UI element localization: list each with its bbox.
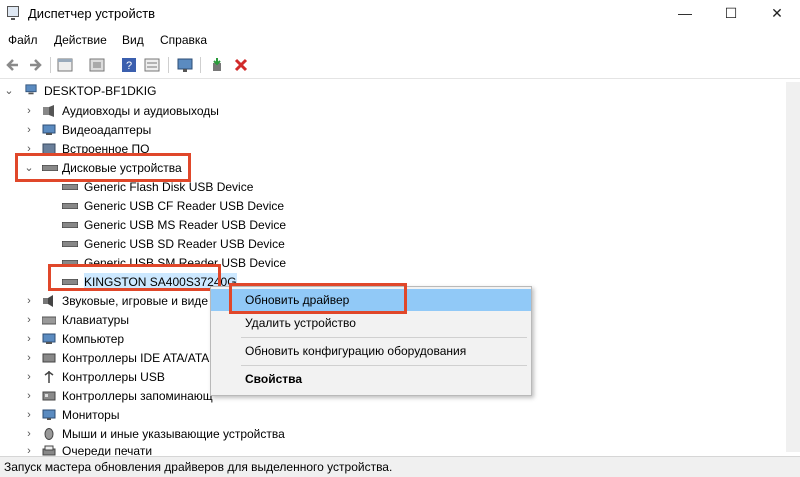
properties-icon[interactable] [56,56,74,74]
computer-icon [42,333,56,344]
display-adapter-icon [42,124,56,135]
tree-category[interactable]: › Мыши и иные указывающие устройства [0,425,320,443]
help-icon[interactable]: ? [120,56,138,74]
device-tree: ⌄ DESKTOP-BF1DKIG › Аудиовходы и аудиовы… [0,82,800,458]
chevron-right-icon[interactable]: › [24,102,34,120]
title-bar: Диспетчер устройств — ☐ ✕ [0,0,800,26]
monitor-icon [42,409,56,420]
chevron-right-icon[interactable]: › [24,387,34,405]
chevron-right-icon[interactable]: › [24,292,34,310]
toolbar-separator [168,57,169,73]
status-bar: Запуск мастера обновления драйверов для … [0,456,800,477]
usb-icon [44,371,54,383]
audio-icon [43,105,54,117]
tree-device-label: Generic USB CF Reader USB Device [84,199,285,213]
tree-device[interactable]: Generic USB MS Reader USB Device [0,216,300,234]
highlight-kingston-device [48,264,221,291]
chevron-right-icon[interactable]: › [24,406,34,424]
menu-separator [241,365,527,366]
highlight-update-driver [229,283,407,314]
tree-category-label: Контроллеры IDE ATA/ATA [62,351,210,365]
tree-device[interactable]: Generic Flash Disk USB Device [0,178,300,196]
ide-controller-icon [42,353,56,363]
chevron-right-icon[interactable]: › [24,425,34,443]
chevron-right-icon[interactable]: › [24,311,34,329]
toolbar-separator [50,57,51,73]
tree-category-label: Компьютер [62,332,125,346]
sound-icon [43,295,53,307]
chevron-down-icon[interactable]: ⌄ [4,82,14,100]
tree-category-label: Аудиовходы и аудиовыходы [62,104,219,118]
tree-category-label: Мониторы [62,408,120,422]
tree-root-label: DESKTOP-BF1DKIG [44,84,157,98]
device-manager-icon [7,6,19,20]
chevron-right-icon[interactable]: › [24,121,34,139]
window-title: Диспетчер устройств [28,6,156,21]
keyboard-icon [42,316,56,325]
menu-help[interactable]: Справка [160,33,207,47]
tree-category-label: Мыши и иные указывающие устройства [62,427,285,441]
storage-controller-icon [42,391,56,401]
vertical-scrollbar[interactable] [786,82,800,452]
show-hidden-icon[interactable] [143,56,161,74]
menu-file[interactable]: Файл [8,33,38,47]
menu-view[interactable]: Вид [122,33,144,47]
add-driver-icon[interactable] [208,56,226,74]
tree-category[interactable]: › Аудиовходы и аудиовыходы [0,102,300,120]
chevron-right-icon[interactable]: › [24,330,34,348]
mouse-icon [44,428,54,440]
toolbar-separator [200,57,201,73]
chevron-right-icon[interactable]: › [24,349,34,367]
menu-item-uninstall-device[interactable]: Удалить устройство [211,312,531,334]
tree-device-label: Generic USB SD Reader USB Device [84,237,285,251]
tree-category-label: Клавиатуры [62,313,129,327]
minimize-button[interactable]: — [662,0,708,26]
disk-drive-icon [62,241,78,247]
back-arrow-icon[interactable] [4,56,22,74]
tree-category-label: Звуковые, игровые и виде [62,294,208,308]
chevron-right-icon[interactable]: › [24,368,34,386]
tree-device-label: Generic USB MS Reader USB Device [84,218,287,232]
menu-action[interactable]: Действие [54,33,107,47]
disk-drive-icon [62,184,78,190]
tree-device[interactable]: Generic USB CF Reader USB Device [0,197,300,215]
disk-drive-icon [62,203,78,209]
svg-text:?: ? [126,60,132,72]
update-driver-icon[interactable] [88,56,106,74]
tree-category-label: Контроллеры USB [62,370,165,384]
maximize-button[interactable]: ☐ [708,0,754,26]
toolbar: ? [0,52,800,79]
tree-root[interactable]: ⌄ DESKTOP-BF1DKIG [0,82,300,100]
close-button[interactable]: ✕ [754,0,800,26]
tree-device[interactable]: Generic USB SD Reader USB Device [0,235,300,253]
computer-icon [25,84,37,95]
tree-category[interactable]: › Видеоадаптеры [0,121,300,139]
menu-item-properties[interactable]: Свойства [211,368,531,390]
tree-category-label: Контроллеры запоминающ [62,389,213,403]
monitor-icon[interactable] [176,56,194,74]
menu-bar: Файл Действие Вид Справка [0,30,800,50]
disk-drive-icon [62,222,78,228]
context-menu: Обновить драйвер Удалить устройство Обно… [210,283,532,396]
menu-separator [241,337,527,338]
tree-category[interactable]: › Мониторы [0,406,300,424]
tree-category-label: Видеоадаптеры [62,123,152,137]
uninstall-x-icon[interactable] [232,56,250,74]
tree-device-label: Generic Flash Disk USB Device [84,180,254,194]
menu-item-scan-hardware[interactable]: Обновить конфигурацию оборудования [211,340,531,362]
forward-arrow-icon[interactable] [26,56,44,74]
status-text: Запуск мастера обновления драйверов для … [4,460,393,474]
